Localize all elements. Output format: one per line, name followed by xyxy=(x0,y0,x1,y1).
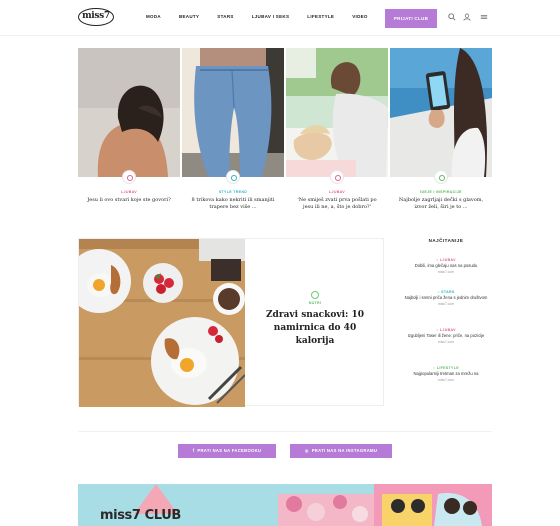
instagram-label: PRATI NAS NA INSTAGRAMU xyxy=(311,448,378,453)
category-dot xyxy=(330,170,344,184)
sidebar-heading: NAJČITANIJE xyxy=(428,238,464,243)
facebook-follow-button[interactable]: f PRATI NAS NA FACEBOOKU xyxy=(178,444,276,458)
most-read-title[interactable]: Najbolji i sretni priča žena s jednim dr… xyxy=(400,295,492,301)
most-read-category[interactable]: LIFESTYLE xyxy=(400,366,492,370)
instagram-icon: ◎ xyxy=(304,448,312,453)
instagram-follow-button[interactable]: ◎ PRATI NAS NA INSTAGRAMU xyxy=(290,444,392,458)
category-dot xyxy=(226,170,240,184)
nav-item-moda[interactable]: MODA xyxy=(146,14,161,19)
most-read-category[interactable]: STARS xyxy=(400,290,492,294)
club-logo[interactable]: miss7 CLUB xyxy=(100,508,181,523)
nav-item-stars[interactable]: STARS xyxy=(217,14,233,19)
most-read-item[interactable]: LIFESTYLE Najpopularniji tretman za mrež… xyxy=(400,366,492,382)
article-card[interactable]: IDEJE I INSPIRACIJE Najbolje zagrljaji d… xyxy=(390,48,492,218)
most-read-author: miss7.com xyxy=(437,301,455,306)
article-card[interactable]: LJUBAV 'Ne smiješ zvati prva pošlati po … xyxy=(286,48,388,218)
article-image[interactable] xyxy=(390,48,492,177)
article-category[interactable]: LJUBAV xyxy=(78,190,180,194)
user-icon[interactable] xyxy=(462,13,471,22)
nav-item-beauty[interactable]: BEAUTY xyxy=(179,14,199,19)
article-category[interactable]: STYLE TREND xyxy=(182,190,284,194)
featured-category[interactable]: NUTRI xyxy=(245,301,385,305)
nav-item-video[interactable]: VIDEO xyxy=(352,14,368,19)
site-logo[interactable]: miss7 xyxy=(78,8,114,26)
featured-article[interactable]: NUTRI Zdravi snackovi: 10 namirnica do 4… xyxy=(78,238,385,407)
article-card[interactable]: LJUBAV Jesu li ovo stvari koje ste govor… xyxy=(78,48,180,218)
most-read-title[interactable]: Najpopularniji tretman za mrežu na xyxy=(400,371,492,377)
club-button[interactable]: PRIJATI CLUB xyxy=(385,9,437,28)
menu-icon[interactable] xyxy=(479,13,488,22)
nav-item-lifestyle[interactable]: LIFESTYLE xyxy=(307,14,334,19)
article-title[interactable]: Jesu li ovo stvari koje ste govori? xyxy=(84,197,174,204)
article-image[interactable] xyxy=(182,48,284,177)
most-read-category[interactable]: LJUBAV xyxy=(400,328,492,332)
category-dot xyxy=(122,170,136,184)
main-nav: MODA BEAUTY STARS LJUBAV I SEKS LIFESTYL… xyxy=(146,14,386,19)
article-category[interactable]: LJUBAV xyxy=(286,190,388,194)
divider xyxy=(78,431,492,432)
club-banner[interactable]: miss7 CLUB xyxy=(78,484,492,526)
most-read-category[interactable]: LJUBAV xyxy=(400,258,492,262)
most-read-author: miss7.com xyxy=(437,377,455,382)
most-read-author: miss7.com xyxy=(437,269,455,274)
featured-image[interactable] xyxy=(79,239,245,407)
most-read-item[interactable]: LJUBAV Dobili, ima glečaju nas na posudu… xyxy=(400,258,492,274)
search-icon[interactable] xyxy=(447,13,456,22)
article-title[interactable]: 'Ne smiješ zvati prva pošlati po jesu il… xyxy=(292,197,382,211)
article-image[interactable] xyxy=(286,48,388,177)
most-read-author: miss7.com xyxy=(437,339,455,344)
nav-item-ljubav[interactable]: LJUBAV I SEKS xyxy=(252,14,290,19)
article-title[interactable]: Najbolje zagrljaji dečki s glavom, izvor… xyxy=(396,197,486,211)
most-read-title[interactable]: Dobili, ima glečaju nas na posudu xyxy=(400,263,492,269)
most-read-item[interactable]: STARS Najbolji i sretni priča žena s jed… xyxy=(400,290,492,306)
most-read-title[interactable]: Izgubljeni Taser ili žene: priče, na poz… xyxy=(400,333,492,339)
featured-title[interactable]: Zdravi snackovi: 10 namirnica do 40 kalo… xyxy=(257,309,373,348)
article-title[interactable]: 8 trikova kako nekriti ili smanjiti trap… xyxy=(188,197,278,211)
article-cards: LJUBAV Jesu li ovo stvari koje ste govor… xyxy=(78,48,492,218)
category-icon xyxy=(311,291,319,299)
facebook-label: PRATI NAS NA FACEBOOKU xyxy=(197,448,262,453)
article-category[interactable]: IDEJE I INSPIRACIJE xyxy=(390,190,492,194)
most-read-item[interactable]: LJUBAV Izgubljeni Taser ili žene: priče,… xyxy=(400,328,492,344)
category-dot xyxy=(434,170,448,184)
article-image[interactable] xyxy=(78,48,180,177)
site-header: miss7 MODA BEAUTY STARS LJUBAV I SEKS LI… xyxy=(0,0,560,36)
article-card[interactable]: STYLE TREND 8 trikova kako nekriti ili s… xyxy=(182,48,284,218)
